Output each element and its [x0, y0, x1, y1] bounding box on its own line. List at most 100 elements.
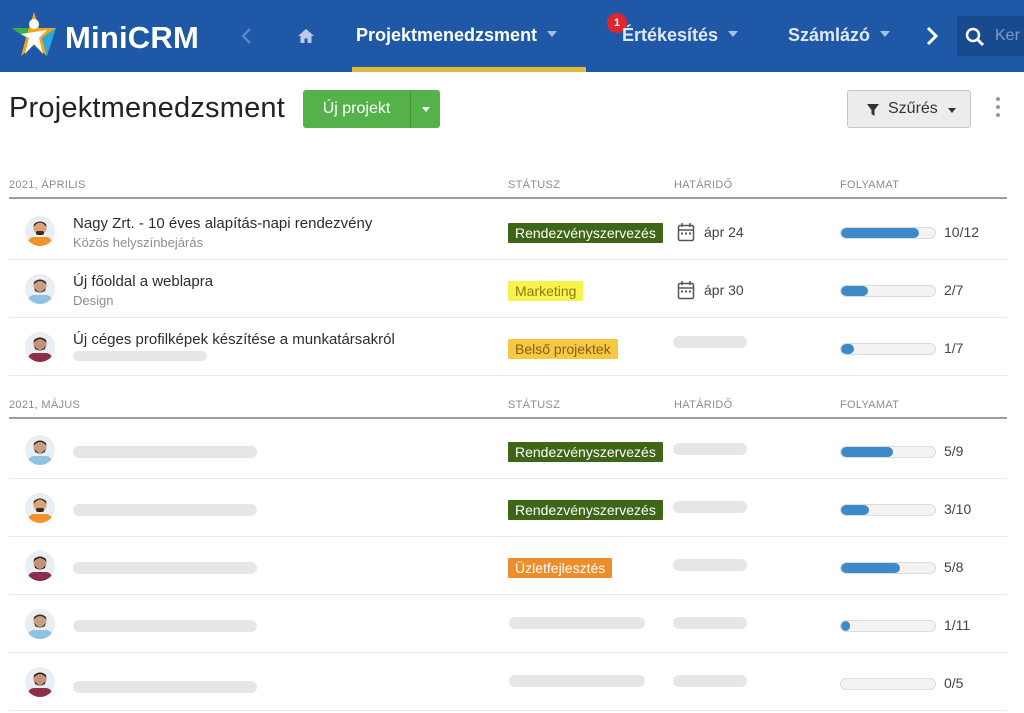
progress-text: 3/10 [944, 501, 972, 517]
status-badge: Rendezvényszervezés [508, 442, 663, 462]
chevron-left-icon[interactable] [237, 24, 257, 48]
loading-placeholder [73, 504, 257, 516]
project-row[interactable]: 0/5 [9, 653, 1007, 711]
loading-placeholder [673, 501, 747, 513]
loading-placeholder [73, 351, 207, 361]
progress-fill [841, 621, 850, 631]
column-header-progress: FOLYAMAT [840, 179, 900, 191]
group-label: 2021, MÁJUS [9, 399, 81, 411]
loading-placeholder [73, 446, 257, 458]
project-title[interactable]: Új főoldal a weblapra [73, 273, 213, 290]
progress-text: 5/8 [944, 559, 964, 575]
loading-placeholder [73, 562, 257, 574]
project-title[interactable]: Nagy Zrt. - 10 éves alapítás-napi rendez… [73, 215, 372, 232]
loading-placeholder [73, 681, 257, 693]
new-project-label[interactable]: Új projekt [303, 90, 410, 128]
loading-placeholder [673, 336, 747, 348]
due-date: ápr 24 [704, 224, 744, 240]
progress-text: 10/12 [944, 224, 980, 240]
loading-placeholder [673, 617, 747, 629]
chevron-right-icon[interactable] [922, 24, 942, 48]
progress-bar [840, 343, 936, 355]
search-input[interactable] [995, 26, 1024, 46]
column-header-progress: FOLYAMAT [840, 399, 900, 411]
project-row[interactable]: Nagy Zrt. - 10 éves alapítás-napi rendez… [9, 202, 1007, 260]
project-row[interactable]: Új főoldal a weblapra Design Marketing á… [9, 260, 1007, 318]
progress-text: 1/7 [944, 340, 964, 356]
project-row[interactable]: 1/11 [9, 595, 1007, 653]
filter-icon [867, 104, 879, 116]
caret-down-icon [948, 108, 956, 113]
project-row[interactable]: Üzletfejlesztés 5/8 [9, 537, 1007, 595]
progress-fill [841, 505, 870, 515]
project-row[interactable]: Rendezvényszervezés 3/10 [9, 479, 1007, 537]
project-subtitle: Közös helyszínbejárás [73, 235, 204, 250]
tab-label: Értékesítés [622, 25, 719, 45]
group-header-may: 2021, MÁJUS STÁTUSZ HATÁRIDŐ FOLYAMAT [9, 395, 1007, 419]
progress-text: 5/9 [944, 443, 964, 459]
avatar [25, 551, 55, 581]
filter-button[interactable]: Szűrés [847, 90, 971, 128]
status-badge: Üzletfejlesztés [508, 558, 613, 578]
star-person-logo[interactable] [9, 10, 59, 60]
column-header-due: HATÁRIDŐ [674, 399, 733, 411]
progress-fill [841, 344, 855, 354]
tab-label: Számlázó [788, 25, 871, 45]
tab-projektmenedzsment[interactable]: Projektmenedzsment [356, 25, 558, 47]
page-title: Projektmenedzsment [9, 92, 285, 124]
avatar [25, 332, 55, 362]
progress-fill [841, 563, 900, 573]
tab-ertekesites[interactable]: Értékesítés [622, 25, 739, 47]
progress-text: 0/5 [944, 675, 964, 691]
progress-bar [840, 285, 936, 297]
progress-fill [841, 228, 920, 238]
new-project-button[interactable]: Új projekt [303, 90, 440, 128]
loading-placeholder [673, 443, 747, 455]
home-icon[interactable] [296, 26, 316, 46]
column-header-status: STÁTUSZ [508, 179, 561, 191]
chevron-down-icon [880, 31, 891, 37]
progress-text: 2/7 [944, 282, 964, 298]
avatar [25, 216, 55, 246]
status-badge: Marketing [508, 281, 584, 301]
chevron-down-icon [728, 31, 739, 37]
caret-down-icon [422, 107, 430, 112]
project-subtitle: Design [73, 293, 114, 308]
brand-name[interactable]: MiniCRM [65, 20, 199, 56]
project-title[interactable]: Új céges profilképek készítése a munkatá… [73, 331, 395, 348]
progress-fill [841, 286, 868, 296]
progress-fill [841, 447, 894, 457]
active-tab-indicator [352, 67, 586, 72]
progress-bar [840, 620, 936, 632]
progress-text: 1/11 [944, 617, 971, 633]
project-row[interactable]: Új céges profilképek készítése a munkatá… [9, 318, 1007, 376]
progress-bar [840, 227, 936, 239]
progress-bar [840, 678, 936, 690]
loading-placeholder [673, 559, 747, 571]
progress-bar [840, 562, 936, 574]
search-box[interactable] [957, 16, 1024, 56]
project-row[interactable]: Rendezvényszervezés 5/9 [9, 421, 1007, 479]
avatar [25, 493, 55, 523]
new-project-dropdown-toggle[interactable] [410, 90, 440, 128]
loading-placeholder [673, 675, 747, 687]
calendar-icon [677, 223, 695, 242]
more-options-icon[interactable] [994, 97, 1002, 121]
group-label: 2021, ÁPRILIS [9, 179, 86, 191]
chevron-down-icon [547, 31, 558, 37]
avatar [25, 435, 55, 465]
tab-label: Projektmenedzsment [356, 25, 538, 45]
tab-szamlazo[interactable]: Számlázó [788, 25, 891, 47]
due-date: ápr 30 [704, 282, 744, 298]
search-icon[interactable] [965, 27, 985, 47]
avatar [25, 609, 55, 639]
progress-bar [840, 446, 936, 458]
status-badge: Rendezvényszervezés [508, 500, 663, 520]
avatar [25, 274, 55, 304]
progress-bar [840, 504, 936, 516]
filter-label: Szűrés [888, 100, 938, 117]
loading-placeholder [509, 617, 645, 629]
loading-placeholder [509, 675, 645, 687]
avatar [25, 667, 55, 697]
status-badge: Rendezvényszervezés [508, 223, 663, 243]
